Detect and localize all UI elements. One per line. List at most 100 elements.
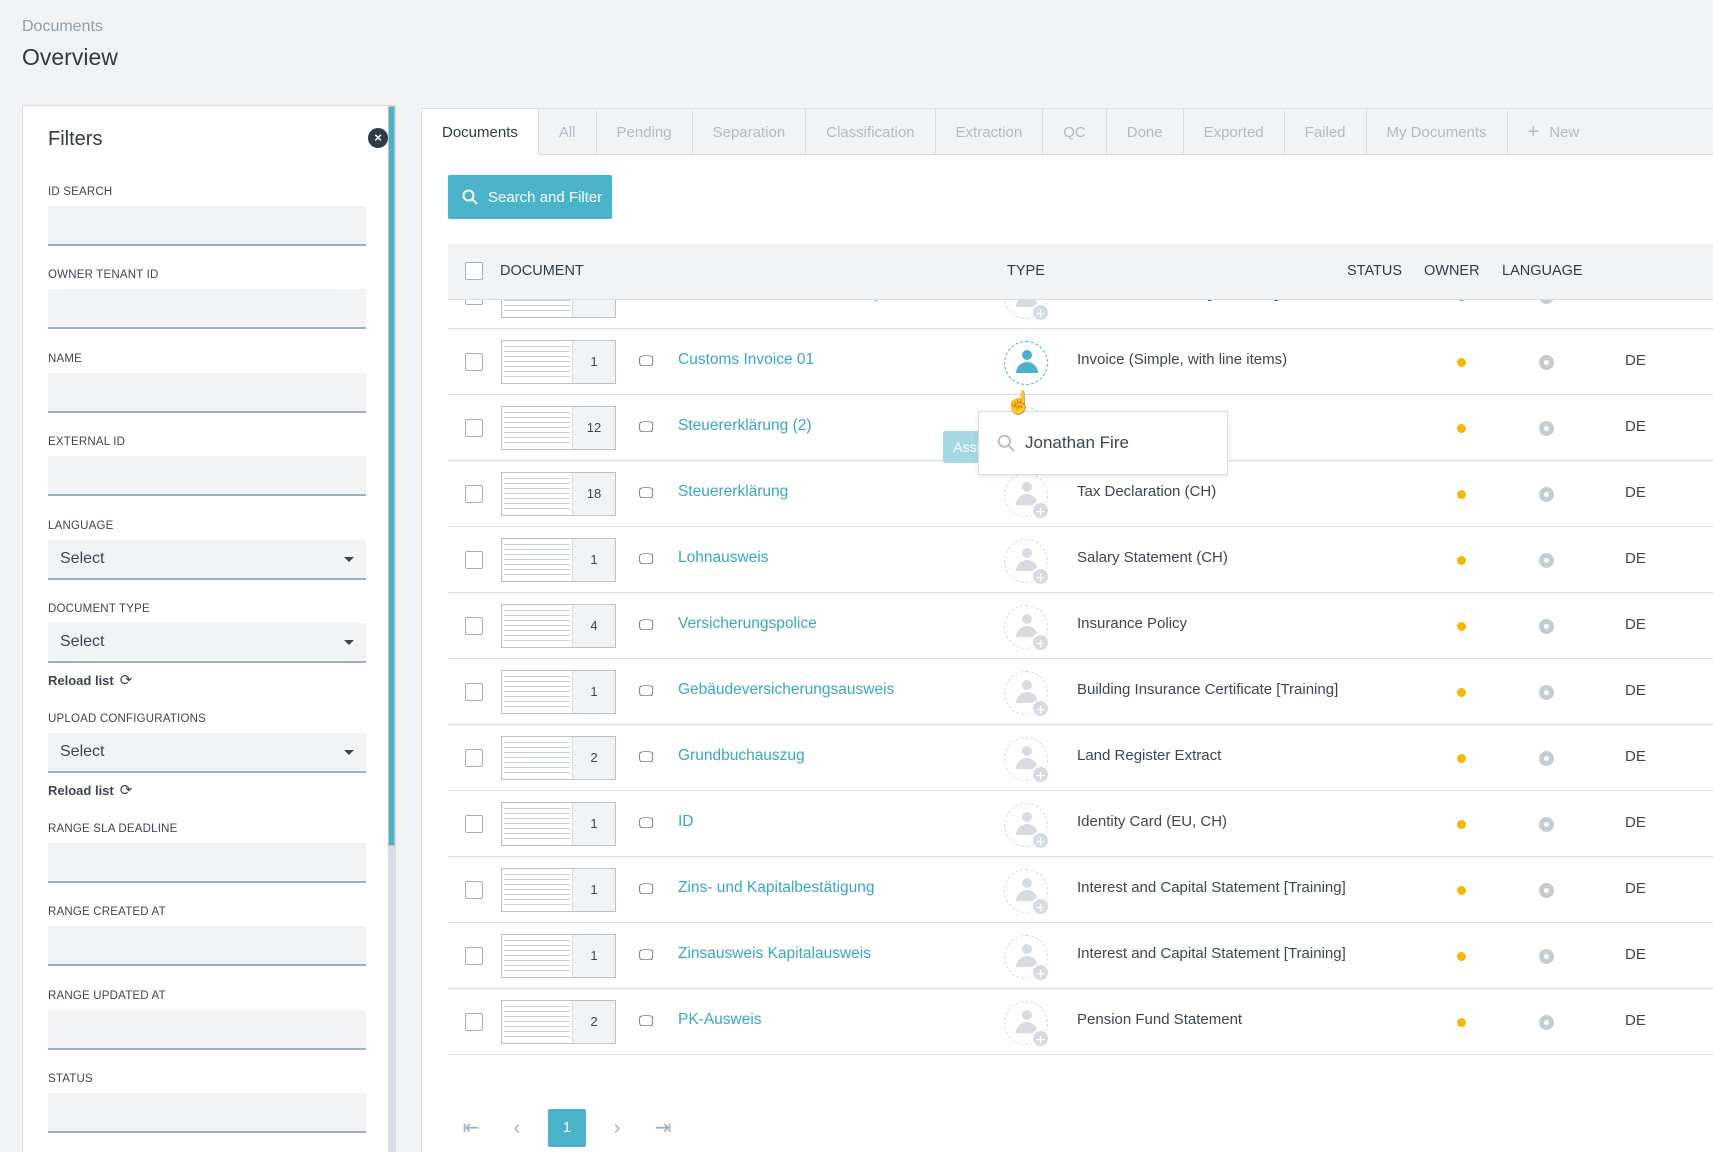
table-row[interactable]: 2 🖵 PK-Ausweis + Pension Fund Statement DE: [448, 989, 1713, 1055]
document-thumbnail[interactable]: 1: [501, 340, 616, 384]
document-name-link[interactable]: Versicherungspolice: [678, 615, 817, 633]
prev-page-icon[interactable]: ‹: [494, 1109, 540, 1147]
row-checkbox[interactable]: [465, 947, 483, 965]
document-name-link[interactable]: Steuererklärung (2): [678, 417, 812, 435]
tab-extraction[interactable]: Extraction: [936, 109, 1044, 155]
assign-user-icon[interactable]: +: [1004, 300, 1050, 323]
reload-list-link[interactable]: Reload list ⟳: [48, 671, 366, 689]
header-status[interactable]: STATUS: [1347, 263, 1402, 279]
row-checkbox[interactable]: [465, 815, 483, 833]
document-thumbnail[interactable]: 1: [501, 670, 616, 714]
reload-list-link[interactable]: Reload list ⟳: [48, 781, 366, 799]
tab-new[interactable]: + New: [1508, 109, 1600, 155]
filter-input[interactable]: [48, 373, 366, 413]
tab-documents[interactable]: Documents: [422, 109, 539, 156]
tab-pending[interactable]: Pending: [597, 109, 693, 155]
filter-select[interactable]: Select: [48, 540, 366, 580]
assign-user-icon[interactable]: +: [1004, 737, 1050, 785]
document-thumbnail[interactable]: 2: [501, 736, 616, 780]
document-name-link[interactable]: ID: [678, 813, 694, 831]
document-thumbnail[interactable]: 1: [501, 538, 616, 582]
table-row[interactable]: 1 🖵 Zinsausweis Kapitalausweis + Interest an…: [448, 923, 1713, 989]
assign-user-popover[interactable]: Jonathan Fire: [978, 411, 1228, 475]
current-page-button[interactable]: 1: [548, 1109, 586, 1147]
search-and-filter-button[interactable]: Search and Filter: [448, 175, 612, 219]
tab-all[interactable]: All: [539, 109, 597, 155]
row-checkbox[interactable]: [465, 749, 483, 767]
table-row[interactable]: 4 🖵 Versicherungspolice + Insurance Policy DE: [448, 593, 1713, 659]
filter-input[interactable]: [48, 1093, 366, 1133]
header-language[interactable]: LANGUAGE: [1502, 263, 1583, 279]
header-document[interactable]: DOCUMENT: [500, 263, 584, 279]
assign-user-search-value[interactable]: Jonathan Fire: [1025, 433, 1129, 453]
row-checkbox[interactable]: [465, 617, 483, 635]
row-checkbox[interactable]: [465, 485, 483, 503]
tab-separation[interactable]: Separation: [693, 109, 807, 155]
row-checkbox[interactable]: [465, 551, 483, 569]
row-checkbox[interactable]: [465, 683, 483, 701]
next-page-icon[interactable]: ›: [594, 1109, 640, 1147]
header-owner[interactable]: OWNER: [1424, 263, 1480, 279]
assign-user-icon[interactable]: [1004, 341, 1048, 385]
table-row[interactable]: 2 🖵 Grundbuchauszug + Land Register Extract D…: [448, 725, 1713, 791]
document-thumbnail[interactable]: 2: [501, 1000, 616, 1044]
row-checkbox[interactable]: [465, 881, 483, 899]
last-page-icon[interactable]: ⇥: [640, 1109, 686, 1147]
row-checkbox[interactable]: [465, 300, 483, 305]
tab-qc[interactable]: QC: [1043, 109, 1107, 155]
tab-my-documents[interactable]: My Documents: [1367, 109, 1508, 155]
breadcrumb[interactable]: Documents: [22, 18, 103, 36]
first-page-icon[interactable]: ⇤: [448, 1109, 494, 1147]
header-type[interactable]: TYPE: [1007, 263, 1045, 279]
document-name-link[interactable]: Steuererklärung: [678, 483, 788, 501]
assign-user-icon[interactable]: +: [1004, 869, 1050, 917]
assign-user-icon[interactable]: +: [1004, 473, 1050, 521]
table-row[interactable]: 1 🖵 Lohnausweis + Salary Statement (CH) DE: [448, 527, 1713, 593]
document-thumbnail[interactable]: 18: [501, 472, 616, 516]
filter-input[interactable]: [48, 206, 366, 246]
assign-user-icon[interactable]: +: [1004, 935, 1050, 983]
table-row[interactable]: 2 🖵 Pension Fund Statement 04.pdf + Pension …: [448, 300, 1713, 329]
close-icon[interactable]: ×: [368, 128, 388, 148]
filters-scrollbar[interactable]: [388, 106, 395, 1152]
table-row[interactable]: 1 🖵 Gebäudeversicherungsausweis + Building I…: [448, 659, 1713, 725]
assign-user-icon[interactable]: +: [1004, 803, 1050, 851]
assign-user-icon[interactable]: +: [1004, 605, 1050, 653]
document-name-link[interactable]: Lohnausweis: [678, 549, 768, 567]
document-thumbnail[interactable]: 4: [501, 604, 616, 648]
table-row[interactable]: 1 🖵 ID + Identity Card (EU, CH) DE: [448, 791, 1713, 857]
row-checkbox[interactable]: [465, 1013, 483, 1031]
document-name-link[interactable]: PK-Ausweis: [678, 1011, 762, 1029]
filter-input[interactable]: [48, 456, 366, 496]
filter-input[interactable]: [48, 1010, 366, 1050]
document-thumbnail[interactable]: 12: [501, 406, 616, 450]
document-name-link[interactable]: Zins- und Kapitalbestätigung: [678, 879, 874, 897]
table-row[interactable]: 1 🖵 Zins- und Kapitalbestätigung + Interest …: [448, 857, 1713, 923]
document-thumbnail[interactable]: 1: [501, 934, 616, 978]
scrollbar-thumb[interactable]: [388, 106, 395, 846]
row-checkbox[interactable]: [465, 419, 483, 437]
select-all-checkbox[interactable]: [465, 262, 483, 280]
filter-input[interactable]: [48, 926, 366, 966]
document-name-link[interactable]: Customs Invoice 01: [678, 351, 814, 369]
document-name-link[interactable]: Gebäudeversicherungsausweis: [678, 681, 894, 699]
document-thumbnail[interactable]: 2: [501, 300, 616, 318]
assign-user-icon[interactable]: +: [1004, 671, 1050, 719]
table-row[interactable]: 1 🖵 Customs Invoice 01 Invoice (Simple, wit…: [448, 329, 1713, 395]
row-checkbox[interactable]: [465, 353, 483, 371]
document-name-link[interactable]: Zinsausweis Kapitalausweis: [678, 945, 871, 963]
document-name-link[interactable]: Pension Fund Statement 04.pdf: [678, 300, 896, 303]
assign-user-icon[interactable]: +: [1004, 1001, 1050, 1049]
tab-classification[interactable]: Classification: [806, 109, 936, 155]
tab-exported[interactable]: Exported: [1184, 109, 1285, 155]
assign-user-icon[interactable]: +: [1004, 539, 1050, 587]
document-thumbnail[interactable]: 1: [501, 802, 616, 846]
filter-select[interactable]: Select: [48, 733, 366, 773]
document-name-link[interactable]: Grundbuchauszug: [678, 747, 805, 765]
filter-input[interactable]: [48, 843, 366, 883]
filter-select[interactable]: Select: [48, 623, 366, 663]
document-thumbnail[interactable]: 1: [501, 868, 616, 912]
filter-input[interactable]: [48, 289, 366, 329]
tab-failed[interactable]: Failed: [1285, 109, 1367, 155]
tab-done[interactable]: Done: [1107, 109, 1184, 155]
